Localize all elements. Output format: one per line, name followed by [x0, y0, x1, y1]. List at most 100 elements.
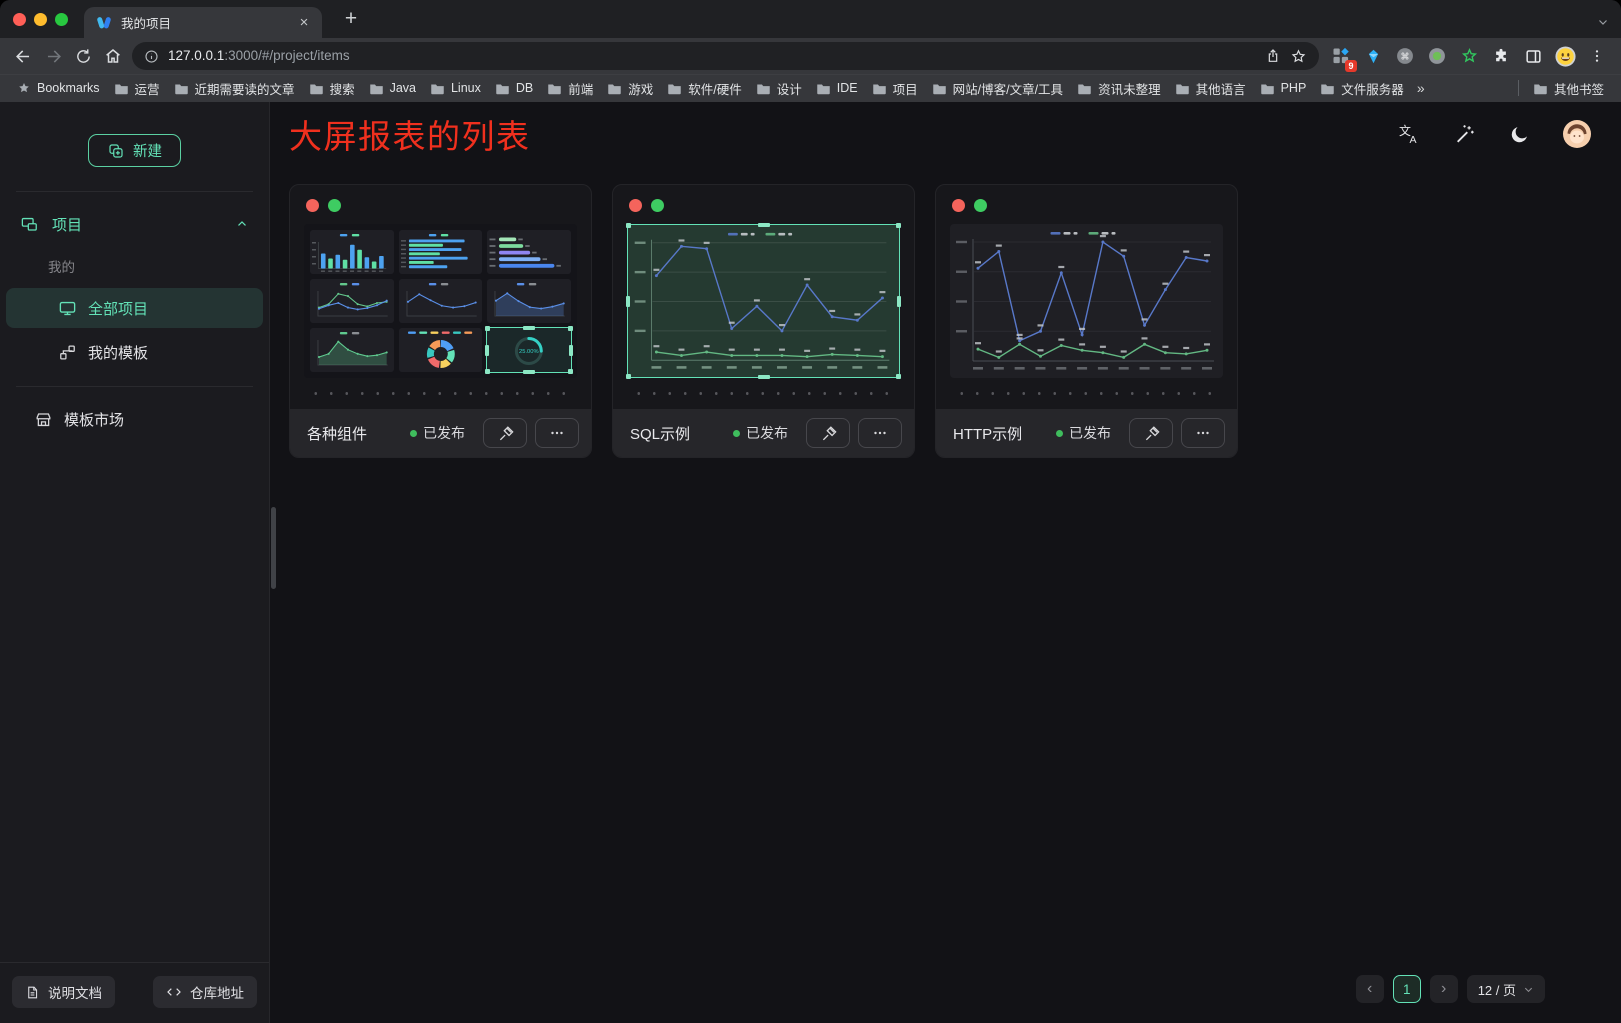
bookmark-folder[interactable]: PHP [1253, 78, 1314, 98]
page-info-icon[interactable] [144, 49, 159, 64]
mini-chart-donut [399, 328, 483, 372]
bookmark-label: PHP [1281, 81, 1307, 95]
next-page-button[interactable]: › [1430, 975, 1458, 1003]
bookmarks-manager-item[interactable]: Bookmarks [10, 78, 107, 98]
folder-icon [607, 82, 622, 95]
bookmarks-overflow-chevron[interactable]: » [1411, 80, 1431, 96]
magic-wand-icon[interactable] [1454, 123, 1476, 145]
bookmark-folder[interactable]: DB [488, 78, 540, 98]
recorder-extension-icon[interactable] [1424, 43, 1451, 70]
bookmark-folder[interactable]: 设计 [749, 76, 809, 101]
red-dot [306, 199, 319, 212]
bookmark-folder[interactable]: 其他语言 [1168, 76, 1253, 101]
bookmark-folder[interactable]: 软件/硬件 [660, 76, 748, 101]
red-dot [952, 199, 965, 212]
project-card[interactable]: 25.00% 各种组件 已发布 [289, 184, 592, 458]
browser-tab[interactable]: 我的项目 × [84, 7, 322, 38]
bookmark-folder[interactable]: Linux [423, 78, 488, 98]
back-button[interactable] [8, 42, 38, 70]
address-bar[interactable]: 127.0.0.1:3000/#/project/items [132, 42, 1319, 70]
bookmark-label: 游戏 [628, 79, 653, 98]
gem-extension-icon[interactable] [1360, 43, 1387, 70]
sidebar-item-all-projects[interactable]: 全部项目 [6, 288, 263, 328]
green-star-extension-icon[interactable] [1456, 43, 1483, 70]
sidebar-item-template-market[interactable]: 模板市场 [6, 399, 263, 439]
green-dot [974, 199, 987, 212]
bookmark-folder[interactable]: IDE [809, 78, 865, 98]
edit-project-button[interactable] [806, 418, 850, 448]
project-card[interactable]: SQL示例 已发布 [612, 184, 915, 458]
new-project-button[interactable]: 新建 [88, 134, 181, 167]
mini-chart-hbars [399, 230, 483, 274]
card-preview-area[interactable]: 25.00% [290, 185, 591, 409]
dark-mode-moon-icon[interactable] [1509, 124, 1530, 145]
bookmark-folder[interactable]: 文件服务器 [1313, 76, 1411, 101]
bookmark-folder[interactable]: 其他书签 [1526, 76, 1611, 101]
bookmark-folder[interactable]: 网站/博客/文章/工具 [925, 76, 1070, 101]
more-actions-button[interactable] [535, 418, 579, 448]
translate-icon[interactable]: 文A [1398, 123, 1421, 146]
bookmark-folder[interactable]: 资讯未整理 [1070, 76, 1168, 101]
tab-close-icon[interactable]: × [296, 15, 312, 31]
edit-project-button[interactable] [1129, 418, 1173, 448]
minimize-window-button[interactable] [34, 13, 47, 26]
bookmark-label: 运营 [135, 79, 160, 98]
mini-chart-lines [399, 279, 483, 323]
status-label: 已发布 [423, 423, 465, 443]
project-thumbnail: 25.00% [304, 224, 577, 378]
extensions-puzzle-icon[interactable] [1488, 43, 1515, 70]
prev-page-button[interactable]: ‹ [1356, 975, 1384, 1003]
reload-button[interactable] [68, 42, 98, 70]
bookmark-folder[interactable]: 前端 [540, 76, 600, 101]
bookmark-folder[interactable]: 搜索 [302, 76, 362, 101]
card-preview-area[interactable] [613, 185, 914, 409]
close-window-button[interactable] [13, 13, 26, 26]
more-actions-button[interactable] [858, 418, 902, 448]
share-icon[interactable] [1265, 48, 1281, 64]
bookmark-label: 项目 [893, 79, 918, 98]
tab-search-chevron-icon[interactable] [1597, 16, 1609, 28]
content-scrollbar-thumb[interactable] [271, 507, 276, 589]
forward-button[interactable] [38, 42, 68, 70]
new-project-label: 新建 [133, 140, 162, 161]
bookmark-folder[interactable]: 运营 [107, 76, 167, 101]
home-button[interactable] [98, 42, 128, 70]
bookmark-label: 设计 [777, 79, 802, 98]
card-preview-area[interactable] [936, 185, 1237, 409]
bookmark-star-icon[interactable] [1290, 48, 1307, 65]
monitor-icon [58, 299, 77, 318]
profile-smiley-avatar[interactable] [1552, 43, 1579, 70]
publish-status: 已发布 [410, 423, 465, 443]
sidebar-group-project[interactable]: 项目 [0, 204, 269, 244]
project-card[interactable]: HTTP示例 已发布 [935, 184, 1238, 458]
chevron-up-icon[interactable] [235, 217, 249, 231]
sidebar-item-label: 模板市场 [64, 409, 124, 430]
sidebar-item-my-templates[interactable]: 我的模板 [6, 332, 263, 372]
bookmark-folder[interactable]: 游戏 [600, 76, 660, 101]
bookmark-label: 文件服务器 [1341, 79, 1404, 98]
bookmark-folder[interactable]: Java [362, 78, 423, 98]
folder-icon [547, 82, 562, 95]
command-extension-icon[interactable]: ⌘ [1392, 43, 1419, 70]
more-actions-button[interactable] [1181, 418, 1225, 448]
thumbnail-dotted-row [954, 392, 1219, 395]
project-name: HTTP示例 [953, 423, 1056, 444]
side-panel-icon[interactable] [1520, 43, 1547, 70]
tab-manager-extension-icon[interactable]: 9 [1328, 43, 1355, 70]
sidebar-group-label: 项目 [52, 214, 82, 235]
user-avatar[interactable] [1563, 120, 1591, 148]
browser-menu-icon[interactable] [1584, 43, 1611, 70]
page-size-select[interactable]: 12 / 页 [1467, 975, 1545, 1003]
folder-icon [114, 82, 129, 95]
folder-icon [1320, 82, 1335, 95]
repository-button[interactable]: 仓库地址 [153, 976, 257, 1008]
zoom-window-button[interactable] [55, 13, 68, 26]
bookmark-folder[interactable]: 项目 [865, 76, 925, 101]
card-footer: 各种组件 已发布 [290, 409, 591, 457]
project-thumbnail [627, 224, 900, 378]
docs-button[interactable]: 说明文档 [12, 976, 115, 1008]
new-tab-button[interactable]: + [338, 7, 364, 33]
current-page[interactable]: 1 [1393, 975, 1421, 1003]
bookmark-folder[interactable]: 近期需要读的文章 [167, 76, 302, 101]
edit-project-button[interactable] [483, 418, 527, 448]
